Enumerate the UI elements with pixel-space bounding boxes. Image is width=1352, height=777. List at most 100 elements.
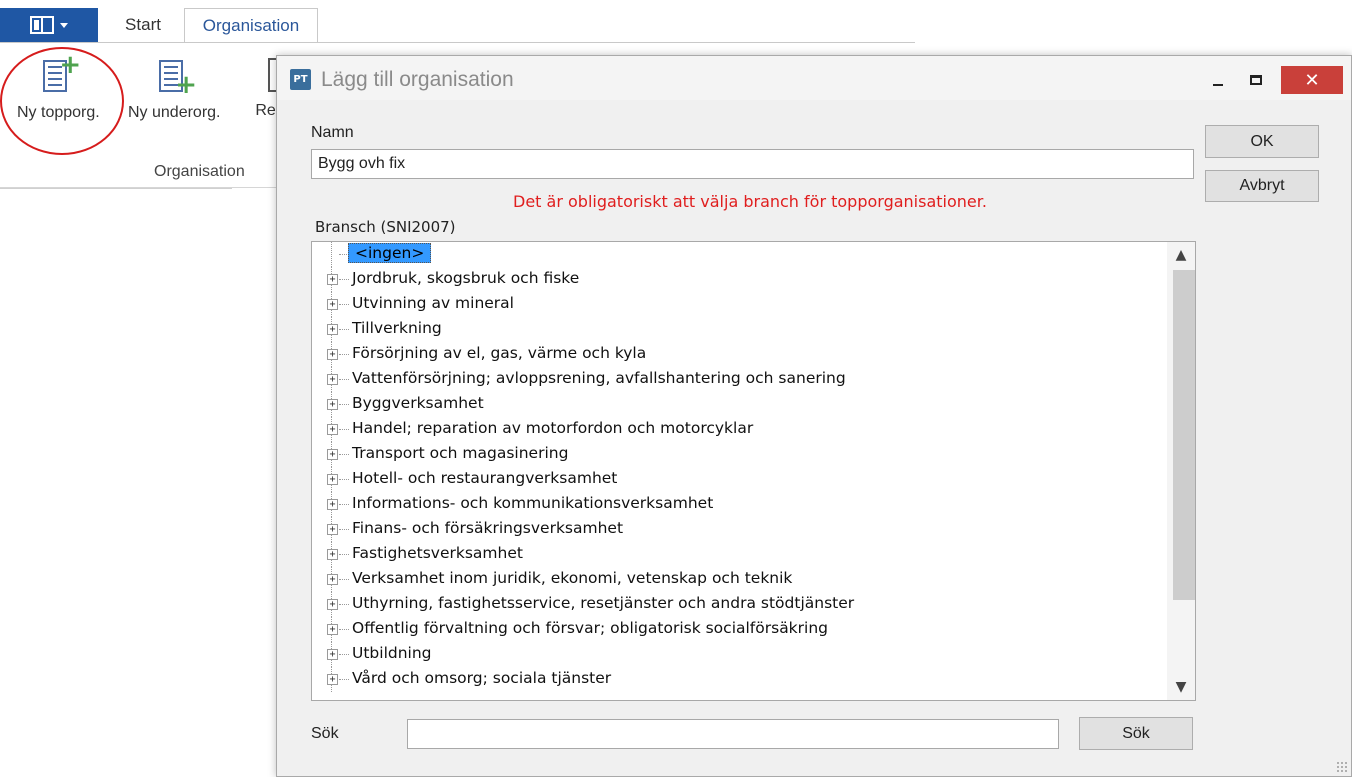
- tree-item-label: Offentlig förvaltning och försvar; oblig…: [352, 619, 829, 637]
- tree-item[interactable]: + Vattenförsörjning; avloppsrening, avfal…: [312, 367, 1162, 392]
- ribbon-group-label: Organisation: [154, 163, 245, 180]
- expand-icon[interactable]: +: [327, 324, 338, 335]
- tab-start[interactable]: Start: [106, 8, 180, 42]
- expand-icon[interactable]: +: [327, 449, 338, 460]
- cancel-button[interactable]: Avbryt: [1205, 170, 1319, 202]
- tree-item[interactable]: + Informations- och kommunikationsverksam…: [312, 492, 1162, 517]
- app-icon: PT: [290, 69, 311, 90]
- tree-item-label: Vattenförsörjning; avloppsrening, avfall…: [352, 369, 846, 387]
- new-sub-document-icon: +: [159, 58, 197, 98]
- tree-connector: [339, 604, 349, 605]
- tree-connector: [339, 329, 349, 330]
- tree-item-label: Jordbruk, skogsbruk och fiske: [352, 269, 580, 287]
- book-icon: [30, 16, 54, 34]
- tree-item[interactable]: + Utbildning: [312, 642, 1162, 667]
- chevron-down-icon: [60, 22, 68, 28]
- validation-error-message: Det är obligatoriskt att välja branch fö…: [513, 192, 987, 211]
- expand-icon[interactable]: +: [327, 649, 338, 660]
- resize-grip-icon[interactable]: [1336, 761, 1348, 773]
- add-organisation-dialog: PT Lägg till organisation ✕ Namn Det är …: [276, 55, 1352, 777]
- tree-connector: [339, 304, 349, 305]
- tree-item-label: <ingen>: [348, 243, 432, 263]
- tree-item-label: Uthyrning, fastighetsservice, resetjänst…: [352, 594, 855, 612]
- maximize-button[interactable]: [1241, 66, 1271, 94]
- tree-item-label: Handel; reparation av motorfordon och mo…: [352, 419, 754, 437]
- expand-icon[interactable]: +: [327, 299, 338, 310]
- name-label: Namn: [311, 124, 354, 141]
- scroll-thumb[interactable]: [1173, 270, 1195, 600]
- expand-icon[interactable]: +: [327, 474, 338, 485]
- dialog-body: Namn Det är obligatoriskt att välja bran…: [287, 100, 1341, 772]
- tree-connector: [339, 579, 349, 580]
- tree-connector: [339, 279, 349, 280]
- close-button[interactable]: ✕: [1281, 66, 1343, 94]
- tree-item-label: Utvinning av mineral: [352, 294, 514, 312]
- tree-item[interactable]: + Försörjning av el, gas, värme och kyla: [312, 342, 1162, 367]
- search-input[interactable]: [407, 719, 1059, 749]
- tree-item[interactable]: + Hotell- och restaurangverksamhet: [312, 467, 1162, 492]
- new-sub-org-button[interactable]: + Ny underorg.: [128, 58, 221, 122]
- tab-organisation[interactable]: Organisation: [184, 8, 318, 43]
- tree-item[interactable]: + Fastighetsverksamhet: [312, 542, 1162, 567]
- expand-icon[interactable]: +: [327, 624, 338, 635]
- tree-scrollbar[interactable]: ▲ ▼: [1167, 242, 1195, 700]
- tree-connector: [339, 629, 349, 630]
- scroll-up-icon[interactable]: ▲: [1167, 242, 1195, 268]
- expand-icon[interactable]: +: [327, 524, 338, 535]
- tree-item-label: Tillverkning: [352, 319, 442, 337]
- expand-icon[interactable]: +: [327, 399, 338, 410]
- tree-item[interactable]: + Offentlig förvaltning och försvar; obli…: [312, 617, 1162, 642]
- tree-connector: [339, 529, 349, 530]
- minimize-button[interactable]: [1203, 66, 1233, 94]
- expand-icon[interactable]: +: [327, 549, 338, 560]
- tree-item[interactable]: + Utvinning av mineral: [312, 292, 1162, 317]
- tree-connector: [331, 242, 332, 267]
- scroll-down-icon[interactable]: ▼: [1167, 674, 1195, 700]
- tree-connector: [339, 404, 349, 405]
- ok-button[interactable]: OK: [1205, 125, 1319, 158]
- tree-item[interactable]: + Verksamhet inom juridik, ekonomi, veten…: [312, 567, 1162, 592]
- tree-item[interactable]: + Tillverkning: [312, 317, 1162, 342]
- tree-connector: [339, 479, 349, 480]
- tree-connector: [339, 679, 349, 680]
- tree-item[interactable]: <ingen>: [312, 242, 1162, 267]
- expand-icon[interactable]: +: [327, 349, 338, 360]
- dialog-title: Lägg till organisation: [321, 68, 514, 91]
- tree-item-label: Byggverksamhet: [352, 394, 484, 412]
- expand-icon[interactable]: +: [327, 274, 338, 285]
- app-menu-button[interactable]: [0, 8, 98, 42]
- expand-icon[interactable]: +: [327, 424, 338, 435]
- tree-item[interactable]: + Transport och magasinering: [312, 442, 1162, 467]
- close-icon: ✕: [1304, 69, 1320, 91]
- tree-item[interactable]: + Jordbruk, skogsbruk och fiske: [312, 267, 1162, 292]
- expand-icon[interactable]: +: [327, 599, 338, 610]
- expand-icon[interactable]: +: [327, 574, 338, 585]
- tree-item-label: Transport och magasinering: [352, 444, 569, 462]
- tree-connector: [339, 379, 349, 380]
- tree-item[interactable]: + Finans- och försäkringsverksamhet: [312, 517, 1162, 542]
- tree-connector: [339, 504, 349, 505]
- expand-icon[interactable]: +: [327, 499, 338, 510]
- tree-item-label: Verksamhet inom juridik, ekonomi, vetens…: [352, 569, 793, 587]
- tree-item-label: Vård och omsorg; sociala tjänster: [352, 669, 612, 687]
- tree-item[interactable]: + Vård och omsorg; sociala tjänster: [312, 667, 1162, 692]
- search-button[interactable]: Sök: [1079, 717, 1193, 750]
- expand-icon[interactable]: +: [327, 674, 338, 685]
- tree-connector: [339, 654, 349, 655]
- search-label: Sök: [311, 725, 339, 742]
- tree-item[interactable]: + Byggverksamhet: [312, 392, 1162, 417]
- dialog-titlebar[interactable]: PT Lägg till organisation ✕: [277, 56, 1351, 100]
- name-input[interactable]: [311, 149, 1194, 179]
- tree-item[interactable]: + Uthyrning, fastighetsservice, resetjäns…: [312, 592, 1162, 617]
- tree-item[interactable]: + Handel; reparation av motorfordon och m…: [312, 417, 1162, 442]
- industry-tree[interactable]: <ingen> + Jordbruk, skogsbruk och fiske + Ut…: [311, 241, 1196, 701]
- tree-connector: [339, 354, 349, 355]
- tree-item-label: Utbildning: [352, 644, 432, 662]
- tree-connector: [339, 454, 349, 455]
- highlight-circle: [0, 47, 124, 155]
- maximize-icon: [1250, 75, 1262, 85]
- minimize-icon: [1213, 84, 1223, 86]
- ribbon-bottom-divider: [0, 188, 232, 189]
- expand-icon[interactable]: +: [327, 374, 338, 385]
- tree-item-label: Försörjning av el, gas, värme och kyla: [352, 344, 647, 362]
